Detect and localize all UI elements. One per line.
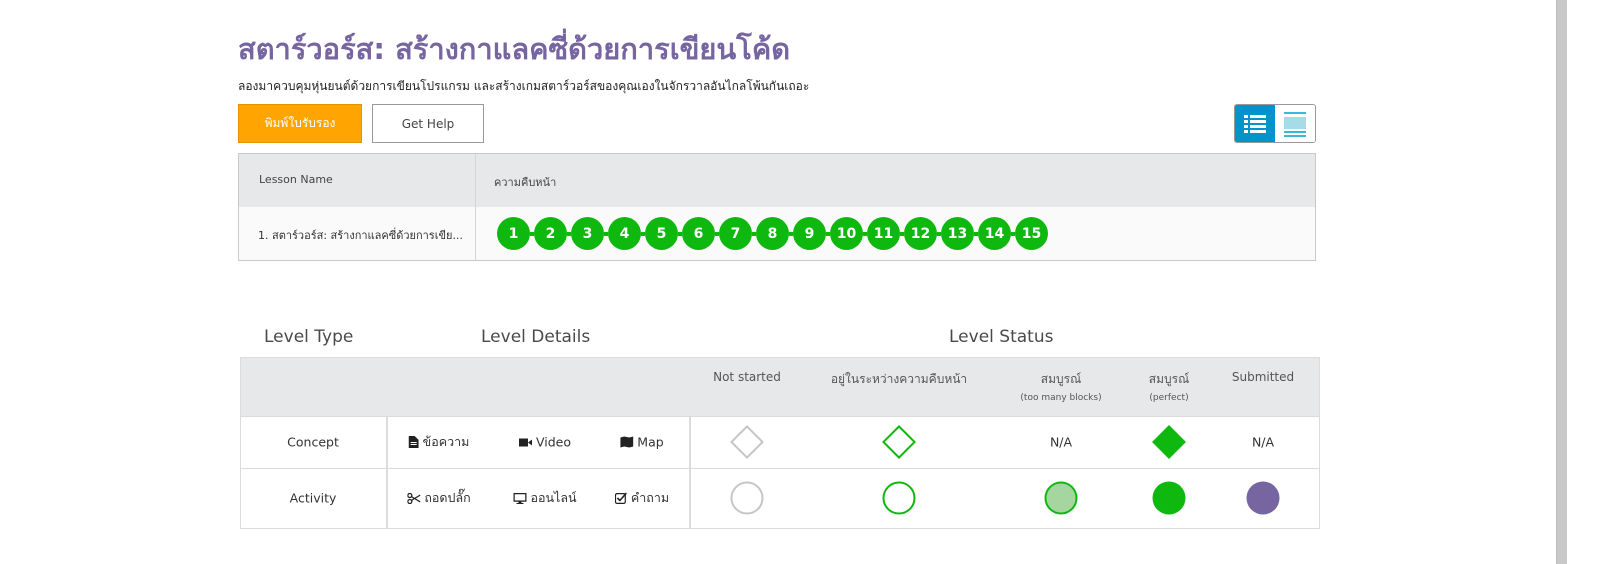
level-bubble[interactable]: 10 — [830, 217, 863, 250]
level-bubble[interactable]: 1 — [497, 217, 530, 250]
detail-question-label: คำถาม — [630, 490, 670, 505]
view-toggle — [1234, 104, 1316, 143]
level-bubble[interactable]: 8 — [756, 217, 789, 250]
lesson-name-link[interactable]: 1. สตาร์วอร์ส: สร้างกาแลคซี่ด้วยการเขีย.… — [258, 226, 463, 244]
lesson-name-header: Lesson Name — [259, 173, 333, 186]
list-view-button[interactable] — [1235, 105, 1275, 142]
status-header-in-progress: อยู่ในระหว่างความคืบหน้า — [830, 372, 968, 386]
page-subtitle: ลองมาควบคุมหุ่นยนต์ด้วยการเขียนโปรแกรม แ… — [238, 79, 810, 93]
detail-text: ข้อความ — [408, 432, 470, 452]
perfect-concept-diamond — [1152, 425, 1186, 459]
column-divider — [386, 416, 388, 528]
row-divider — [241, 416, 1319, 417]
detail-map-label: Map — [637, 434, 664, 450]
status-header-submitted: Submitted — [1231, 370, 1295, 384]
status-header-not-started: Not started — [713, 370, 781, 384]
detail-view-icon — [1284, 111, 1306, 137]
page-title: สตาร์วอร์ส: สร้างกาแลคซี่ด้วยการเขียนโค้… — [238, 32, 791, 66]
level-bubble[interactable]: 9 — [793, 217, 826, 250]
submitted-concept-na: N/A — [1251, 434, 1275, 450]
map-icon — [620, 436, 634, 448]
level-type-concept: Concept — [287, 434, 339, 450]
level-status-heading: Level Status — [949, 327, 1054, 347]
progress-table-header — [239, 154, 1315, 207]
detail-question: คำถาม — [614, 488, 670, 508]
level-type-heading: Level Type — [264, 327, 354, 347]
detail-unplugged: ถอดปลั๊ก — [407, 488, 471, 508]
level-bubble[interactable]: 4 — [608, 217, 641, 250]
detail-online-label: ออนไลน์ — [530, 490, 577, 505]
detail-text-label: ข้อความ — [422, 434, 470, 449]
desktop-icon — [513, 492, 527, 504]
checkbox-icon — [614, 492, 627, 504]
level-bubble[interactable]: 6 — [682, 217, 715, 250]
level-bubble[interactable]: 15 — [1015, 217, 1048, 250]
print-certificate-button[interactable]: พิมพ์ใบรับรอง — [238, 104, 362, 143]
scissors-icon — [407, 492, 421, 504]
submitted-activity-circle — [1246, 481, 1280, 515]
get-help-button[interactable]: Get Help — [372, 104, 484, 143]
scrollbar-thumb[interactable] — [1556, 0, 1567, 564]
level-bubble[interactable]: 7 — [719, 217, 752, 250]
detail-view-button[interactable] — [1275, 105, 1315, 142]
progress-header: ความคืบหน้า — [494, 176, 557, 189]
level-bubble[interactable]: 3 — [571, 217, 604, 250]
in-progress-activity-circle — [882, 481, 916, 515]
list-icon — [1244, 114, 1266, 133]
row-divider — [241, 468, 1319, 469]
level-bubble[interactable]: 11 — [867, 217, 900, 250]
level-bubbles: 1 2 3 4 5 6 7 8 9 10 11 12 13 14 15 — [497, 217, 1048, 250]
too-many-blocks-activity-circle — [1044, 481, 1078, 515]
perfect-activity-circle — [1152, 481, 1186, 515]
not-started-concept-diamond — [730, 425, 764, 459]
document-icon — [408, 436, 419, 448]
level-bubble[interactable]: 5 — [645, 217, 678, 250]
level-type-activity: Activity — [289, 490, 337, 506]
not-started-activity-circle — [730, 481, 764, 515]
column-divider — [475, 154, 476, 260]
detail-map: Map — [620, 434, 664, 450]
level-bubble[interactable]: 2 — [534, 217, 567, 250]
detail-unplugged-label: ถอดปลั๊ก — [424, 490, 471, 505]
video-camera-icon — [518, 438, 532, 446]
level-bubble[interactable]: 14 — [978, 217, 1011, 250]
level-key-table: Not started อยู่ในระหว่างความคืบหน้า สมบ… — [240, 357, 1320, 529]
level-details-heading: Level Details — [481, 327, 591, 347]
level-bubble[interactable]: 13 — [941, 217, 974, 250]
progress-table: Lesson Name ความคืบหน้า 1. สตาร์วอร์ส: ส… — [238, 153, 1316, 261]
detail-online: ออนไลน์ — [513, 488, 577, 508]
column-divider — [689, 416, 691, 528]
detail-video: Video — [518, 434, 572, 450]
too-many-blocks-concept-na: N/A — [1049, 434, 1073, 450]
status-header-too-many-blocks: สมบูรณ์ (too many blocks) — [1020, 372, 1102, 403]
level-bubble[interactable]: 12 — [904, 217, 937, 250]
detail-video-label: Video — [535, 434, 572, 450]
status-header-perfect: สมบูรณ์ (perfect) — [1148, 372, 1190, 403]
in-progress-concept-diamond — [882, 425, 916, 459]
